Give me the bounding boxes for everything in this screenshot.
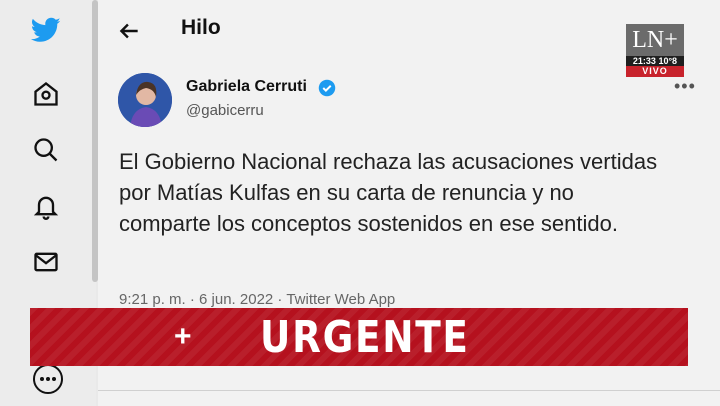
back-arrow-icon[interactable] — [116, 18, 144, 44]
author-name[interactable]: Gabriela Cerruti — [186, 78, 307, 96]
live-badge: VIVO — [626, 66, 684, 77]
channel-logo: LN+ — [626, 24, 684, 56]
more-circle-icon[interactable] — [33, 364, 63, 394]
home-icon[interactable] — [30, 78, 62, 110]
avatar[interactable] — [118, 73, 172, 127]
mail-icon[interactable] — [30, 246, 62, 278]
banner-plus-icon: + — [174, 320, 192, 353]
urgent-label: URGENTE — [260, 312, 470, 363]
search-icon[interactable] — [30, 134, 62, 166]
bell-icon[interactable] — [30, 190, 62, 222]
divider — [98, 390, 720, 391]
more-options-icon[interactable]: ••• — [674, 76, 696, 97]
tweet-meta[interactable]: 9:21 p. m. · 6 jun. 2022 · Twitter Web A… — [119, 291, 395, 308]
page-title: Hilo — [181, 16, 221, 39]
twitter-logo-icon[interactable] — [30, 14, 62, 46]
tweet-text: El Gobierno Nacional rechaza las acusaci… — [119, 149, 658, 236]
verified-badge-icon — [318, 79, 336, 97]
author-handle[interactable]: @gabicerru — [186, 102, 264, 119]
broadcast-clock: 21:33 10°8 — [626, 56, 684, 66]
